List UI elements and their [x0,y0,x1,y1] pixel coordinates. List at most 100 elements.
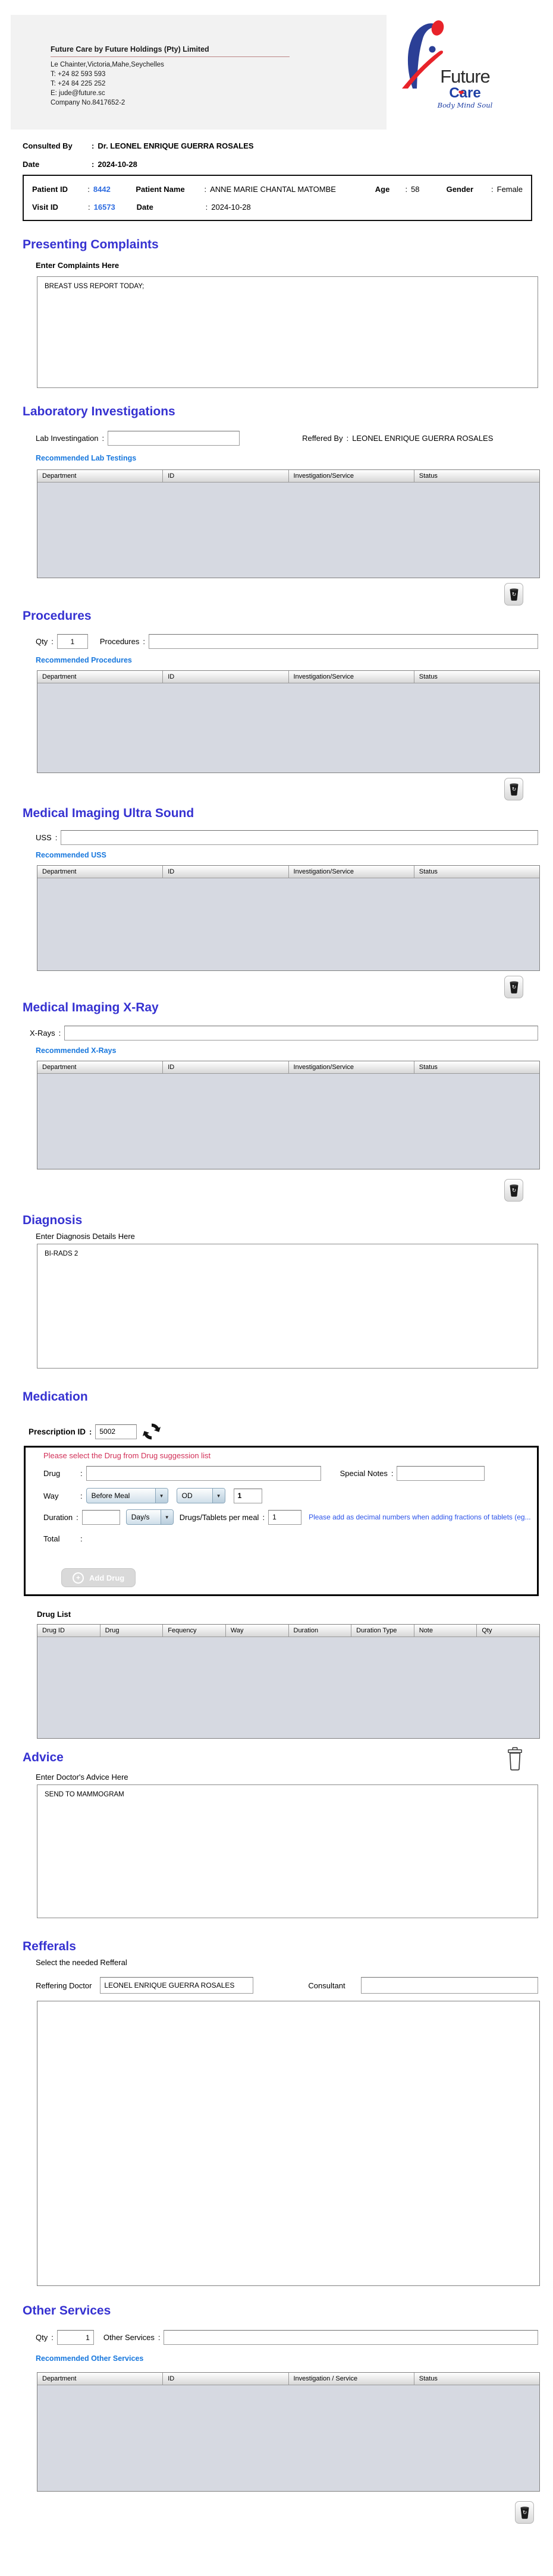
duration-label: Duration [43,1513,73,1522]
advice-title: Advice [23,1751,64,1765]
way-qty-input[interactable] [234,1489,262,1503]
consultant-input[interactable] [361,1977,538,1994]
drug-label: Drug [43,1469,77,1478]
procedures-input[interactable] [149,634,538,649]
drug-input[interactable] [86,1466,321,1481]
drug-list-body [37,1637,539,1738]
advice-delete-button[interactable] [505,1746,524,1772]
col-status: Status [414,470,539,483]
col-status: Status [414,2373,539,2385]
xray-table-header: Department ID Investigation/Service Stat… [37,1061,539,1074]
reffering-doctor-input[interactable] [100,1977,253,1994]
logo-word-care: Care ❤ [417,86,513,100]
complaints-textarea[interactable]: BREAST USS REPORT TODAY; [37,276,538,388]
company-name: Future Care by Future Holdings (Pty) Lim… [51,45,290,57]
col-investigation: Investigation / Service [289,2373,414,2385]
visit-id-value: 16573 [94,203,137,212]
lab-trash-row: ↻ [0,583,523,606]
gender-value: Female [497,185,523,194]
total-label: Total [43,1534,77,1543]
consulted-by-line: Consulted By : Dr. LEONEL ENRIQUE GUERRA… [23,141,553,150]
col-department: Department [37,671,163,683]
medication-title: Medication [23,1390,553,1404]
logo-tagline: Body Mind Soul [417,102,513,109]
xray-title: Medical Imaging X-Ray [23,1001,553,1015]
patient-info-box: Patient ID : 8442 Patient Name : ANNE MA… [23,175,532,221]
lab-field-label: Lab Investingation [36,434,99,443]
other-services-label: Other Services [103,2333,155,2342]
prescription-id-input[interactable] [95,1424,137,1439]
uss-title: Medical Imaging Ultra Sound [23,806,553,821]
company-address: Le Chainter,Victoria,Mahe,Seychelles [51,60,290,70]
per-meal-input[interactable] [268,1510,301,1525]
procedures-qty-label: Qty [36,637,48,646]
col-id: ID [163,866,288,878]
patient-row-2: Visit ID : 16573 Date : 2024-10-28 [32,200,523,214]
lab-investigation-input[interactable] [108,431,240,446]
special-notes-input[interactable] [397,1466,485,1481]
xray-trash-row: ↻ [0,1179,523,1202]
xray-delete-button[interactable]: ↻ [504,1179,523,1202]
other-delete-button[interactable]: ↻ [515,2501,534,2524]
other-services-title: Other Services [23,2304,553,2318]
medication-entry-box: Please select the Drug from Drug suggess… [24,1446,539,1596]
drug-list-table: Drug ID Drug Fequency Way Duration Durat… [37,1624,540,1739]
procedures-field-row: Qty : Procedures : [36,634,553,649]
frequency-dropdown[interactable]: OD ▼ [177,1488,225,1503]
uss-table-body [37,878,539,970]
company-email: E: jude@future.sc [51,89,290,98]
procedures-delete-button[interactable]: ↻ [504,778,523,800]
trash-icon: ↻ [520,2506,530,2519]
trash-icon: ↻ [509,783,519,796]
uss-delete-button[interactable]: ↻ [504,976,523,998]
visit-date-value: 2024-10-28 [211,203,251,212]
uss-field-row: USS : [36,830,553,845]
other-services-input[interactable] [164,2330,538,2345]
xray-input[interactable] [64,1026,538,1041]
drug-row: Drug : Special Notes : [43,1466,537,1481]
recommended-procedures-link[interactable]: Recommended Procedures [36,655,132,666]
refresh-prescription-button[interactable] [142,1422,162,1441]
duration-row: Duration : Day/s ▼ Drugs/Tablets per mea… [43,1509,537,1525]
patient-id-value: 8442 [93,185,136,194]
trash-icon: ↻ [509,1184,519,1197]
other-services-table: Department ID Investigation / Service St… [37,2372,540,2492]
recommended-uss-link[interactable]: Recommended USS [36,850,106,860]
special-notes-label: Special Notes [340,1469,388,1478]
refresh-icon [142,1422,162,1441]
procedures-field-label: Procedures [100,637,139,646]
add-drug-button[interactable]: + Add Drug [61,1568,136,1587]
col-way: Way [226,1625,289,1637]
chevron-down-icon: ▼ [212,1489,225,1503]
col-department: Department [37,470,163,483]
way-row: Way : Before Meal ▼ OD ▼ [43,1488,537,1503]
recommended-xray-link[interactable]: Recommended X-Rays [36,1046,116,1056]
procedures-qty-input[interactable] [57,634,88,649]
recommended-other-link[interactable]: Recommended Other Services [36,2354,143,2364]
drug-suggestion-note: Please select the Drug from Drug suggess… [43,1451,537,1460]
other-services-field-row: Qty : Other Services : [36,2330,553,2345]
age-label: Age [375,185,402,194]
uss-input[interactable] [61,830,538,845]
refferals-title: Refferals [23,1940,553,1954]
uss-table: Department ID Investigation/Service Stat… [37,865,540,971]
other-qty-input[interactable] [57,2330,94,2345]
refferals-label: Select the needed Refferal [36,1957,553,1968]
company-phone1: T: +24 82 593 593 [51,70,290,79]
lab-delete-button[interactable]: ↻ [504,583,523,606]
trash-icon: ↻ [509,980,519,994]
drug-list-header: Drug ID Drug Fequency Way Duration Durat… [37,1625,539,1637]
advice-textarea[interactable]: SEND TO MAMMOGRAM [37,1784,538,1918]
uss-field-label: USS [36,833,52,842]
patient-name-value: ANNE MARIE CHANTAL MATOMBE [210,185,375,194]
duration-type-dropdown[interactable]: Day/s ▼ [126,1509,174,1525]
col-drug-id: Drug ID [37,1625,100,1637]
col-investigation: Investigation/Service [289,866,414,878]
diagnosis-textarea[interactable]: BI-RADS 2 [37,1244,538,1369]
consultant-label: Consultant [308,1981,345,1990]
date-value: 2024-10-28 [98,160,137,169]
duration-input[interactable] [82,1510,120,1525]
svg-text:↻: ↻ [511,786,516,792]
meal-dropdown[interactable]: Before Meal ▼ [86,1488,168,1503]
recommended-lab-link[interactable]: Recommended Lab Testings [36,453,136,464]
